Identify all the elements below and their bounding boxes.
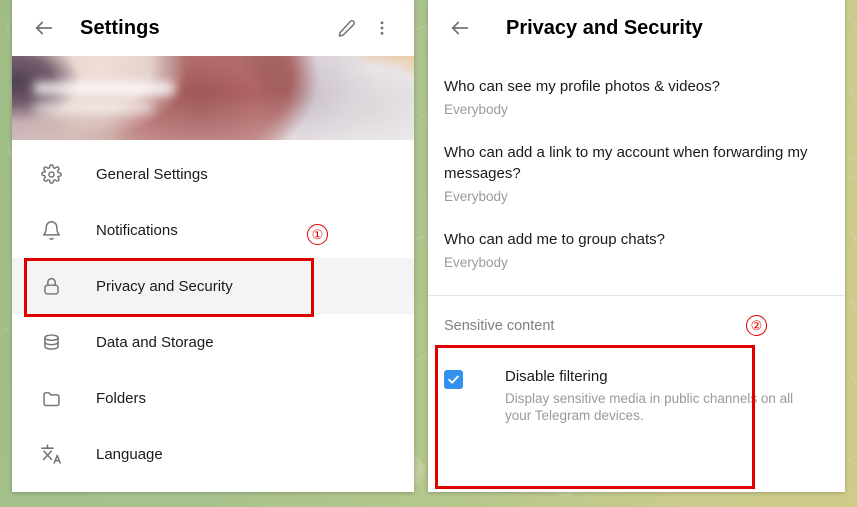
disable-filtering-checkbox[interactable] [444, 370, 463, 389]
lock-icon [38, 273, 64, 299]
profile-phone-redacted [34, 103, 152, 113]
sidebar-item-general-settings[interactable]: General Settings [12, 146, 414, 202]
sensitive-content-heading: Sensitive content [444, 318, 555, 334]
sensitive-content-section: Sensitive content Disable filtering Disp… [428, 296, 845, 424]
privacy-row-profile-photos[interactable]: Who can see my profile photos & videos? … [428, 76, 845, 119]
privacy-question: Who can add a link to my account when fo… [444, 144, 808, 182]
disable-filtering-row[interactable]: Disable filtering Display sensitive medi… [444, 367, 829, 424]
folder-icon [38, 385, 64, 411]
sidebar-item-label: Data and Storage [96, 333, 214, 351]
sidebar-item-data-and-storage[interactable]: Data and Storage [12, 314, 414, 370]
settings-menu: General Settings Notifications Privacy a… [12, 140, 414, 482]
privacy-value: Everybody [444, 102, 508, 117]
profile-banner[interactable] [12, 56, 414, 140]
sidebar-item-label: Privacy and Security [96, 277, 233, 295]
privacy-value: Everybody [444, 255, 508, 270]
privacy-row-group-chats[interactable]: Who can add me to group chats? Everybody [428, 229, 845, 272]
privacy-value: Everybody [444, 189, 508, 204]
bell-icon [38, 217, 64, 243]
disable-filtering-description: Display sensitive media in public channe… [505, 391, 794, 423]
profile-name-redacted [34, 82, 174, 95]
privacy-and-security-panel: Privacy and Security Who can see my prof… [428, 0, 845, 492]
disable-filtering-label: Disable filtering [505, 368, 608, 385]
privacy-header: Privacy and Security [428, 0, 845, 56]
privacy-question: Who can add me to group chats? [444, 231, 665, 248]
gear-icon [38, 161, 64, 187]
sidebar-item-label: Notifications [96, 221, 178, 239]
privacy-question: Who can see my profile photos & videos? [444, 78, 720, 95]
sidebar-item-language[interactable]: Language [12, 426, 414, 482]
back-arrow-icon[interactable] [24, 8, 64, 48]
disable-filtering-texts: Disable filtering Display sensitive medi… [505, 367, 801, 424]
database-icon [38, 329, 64, 355]
pencil-icon[interactable] [328, 8, 364, 48]
page-title: Privacy and Security [506, 16, 703, 39]
sidebar-item-label: Folders [96, 389, 147, 407]
settings-panel: Settings General Settings Notifications … [12, 0, 414, 492]
settings-header: Settings [12, 0, 414, 56]
sidebar-item-privacy-and-security[interactable]: Privacy and Security [12, 258, 414, 314]
profile-banner-image [12, 56, 414, 140]
sidebar-item-notifications[interactable]: Notifications [12, 202, 414, 258]
sidebar-item-label: General Settings [96, 165, 208, 183]
privacy-row-forward-link[interactable]: Who can add a link to my account when fo… [428, 142, 845, 206]
translate-icon [38, 441, 64, 467]
sidebar-item-label: Language [96, 445, 163, 463]
sidebar-item-folders[interactable]: Folders [12, 370, 414, 426]
page-title: Settings [80, 16, 160, 39]
more-vertical-icon[interactable] [364, 8, 400, 48]
privacy-settings-list: Who can see my profile photos & videos? … [428, 56, 845, 272]
back-arrow-icon[interactable] [440, 8, 480, 48]
